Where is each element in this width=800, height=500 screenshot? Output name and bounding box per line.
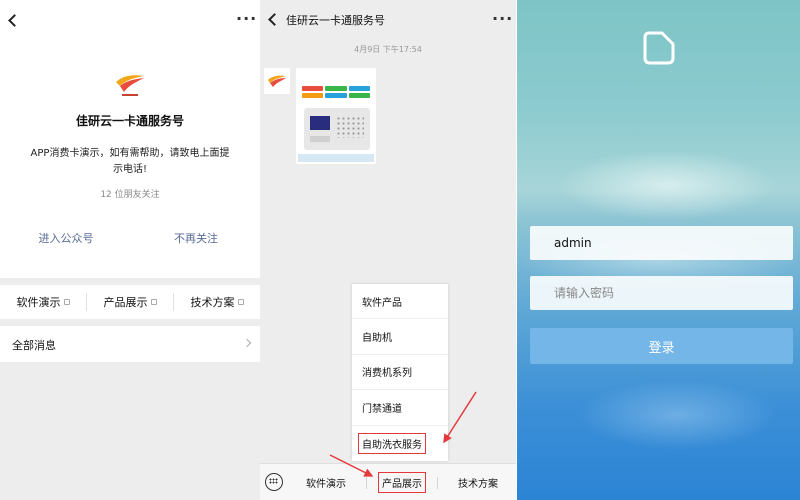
profile-menu-software[interactable]: 软件演示 xyxy=(0,293,87,311)
chat-menu-bar: 软件演示 产品展示 技术方案 xyxy=(260,463,516,500)
submenu-item-label: 软件产品 xyxy=(362,297,402,309)
profile-menu-label: 产品展示 xyxy=(103,296,148,309)
submenu-item-kiosk[interactable]: 自助机 xyxy=(352,319,448,355)
card-feature-tile xyxy=(348,86,370,91)
profile-menu-solutions[interactable]: 技术方案 xyxy=(174,293,260,311)
arrow-to-laundry-item xyxy=(443,391,477,444)
enter-account-button[interactable]: 进入公众号 xyxy=(18,230,114,246)
chat-title: 佳研云一卡通服务号 xyxy=(286,14,385,27)
menu-glyph-icon xyxy=(237,299,244,305)
tab-divider xyxy=(437,477,438,489)
tab-software[interactable]: 软件演示 xyxy=(288,471,364,493)
brand-logo-icon xyxy=(116,75,144,96)
login-button[interactable]: 登录 xyxy=(530,328,793,364)
profile-menu-row: 软件演示 产品展示 技术方案 xyxy=(0,285,260,319)
menu-glyph-icon xyxy=(63,299,70,305)
chat-panel: 佳研云一卡通服务号 ··· 4月9日 下午17:54 软件产品 自助机 消费机系… xyxy=(260,0,516,500)
login-panel: admin 登录 xyxy=(517,0,800,500)
keyboard-icon[interactable] xyxy=(265,473,283,491)
sky-haze xyxy=(557,150,777,220)
account-avatar[interactable] xyxy=(264,68,290,94)
profile-menu-label: 软件演示 xyxy=(16,296,61,309)
product-message-card[interactable] xyxy=(296,68,376,164)
submenu-item-laundry[interactable]: 自助洗衣服务 xyxy=(352,426,448,461)
account-description: APP消费卡演示，如有需帮助，请致电上面提示电话! xyxy=(30,148,230,175)
account-name: 佳研云一卡通服务号 xyxy=(75,114,184,128)
device-screen xyxy=(310,116,330,130)
username-field[interactable]: admin xyxy=(530,226,793,260)
profile-menu-label: 技术方案 xyxy=(190,296,235,309)
tab-label: 软件演示 xyxy=(306,478,346,490)
submenu-item-software[interactable]: 软件产品 xyxy=(352,284,448,320)
card-feature-tile xyxy=(302,86,324,91)
tab-label: 产品展示 xyxy=(378,471,426,493)
app-logo-icon xyxy=(643,31,675,65)
card-banner xyxy=(300,71,372,83)
submenu-item-label: 自助洗衣服务 xyxy=(358,432,426,454)
card-feature-tile xyxy=(325,86,347,91)
all-messages-row[interactable]: 全部消息 xyxy=(0,326,260,362)
submenu-item-label: 自助机 xyxy=(362,333,392,345)
submenu-item-access[interactable]: 门禁通道 xyxy=(352,390,448,426)
device-keypad xyxy=(336,116,364,138)
unfollow-button[interactable]: 不再关注 xyxy=(148,230,244,246)
menu-glyph-icon xyxy=(150,299,157,305)
chat-topbar: 佳研云一卡通服务号 ··· xyxy=(260,0,516,40)
password-input[interactable] xyxy=(554,286,754,300)
submenu-item-label: 消费机系列 xyxy=(362,368,412,380)
card-feature-grid xyxy=(302,86,370,98)
device-slot xyxy=(310,136,330,142)
chevron-right-icon xyxy=(242,338,252,348)
profile-menu-products[interactable]: 产品展示 xyxy=(87,293,174,311)
profile-panel: ··· 佳研云一卡通服务号 APP消费卡演示，如有需帮助，请致电上面提示电话! … xyxy=(0,0,260,500)
profile-topbar: ··· xyxy=(0,0,260,40)
more-dots-icon[interactable]: ··· xyxy=(236,11,257,27)
tab-label: 技术方案 xyxy=(458,478,498,490)
tab-products[interactable]: 产品展示 xyxy=(370,471,434,493)
back-chevron-icon[interactable] xyxy=(8,14,21,27)
product-submenu: 软件产品 自助机 消费机系列 门禁通道 自助洗衣服务 xyxy=(352,284,448,461)
card-feature-tile xyxy=(348,93,370,98)
card-feature-tile xyxy=(302,93,324,98)
submenu-item-label: 门禁通道 xyxy=(362,403,402,415)
message-timestamp: 4月9日 下午17:54 xyxy=(354,45,422,54)
more-dots-icon[interactable]: ··· xyxy=(492,11,513,27)
all-messages-label: 全部消息 xyxy=(12,339,56,352)
password-field[interactable] xyxy=(530,276,793,310)
back-chevron-icon[interactable] xyxy=(268,13,281,26)
card-feature-tile xyxy=(325,93,347,98)
username-value: admin xyxy=(554,236,592,250)
tab-divider xyxy=(366,477,367,489)
sea-light xyxy=(577,380,777,450)
brand-logo-icon xyxy=(268,75,286,87)
tab-solutions[interactable]: 技术方案 xyxy=(440,471,516,493)
card-caption xyxy=(298,154,374,162)
submenu-item-pos[interactable]: 消费机系列 xyxy=(352,355,448,391)
card-device-image xyxy=(304,108,370,150)
friends-follow-count: 12 位朋友关注 xyxy=(100,190,160,200)
